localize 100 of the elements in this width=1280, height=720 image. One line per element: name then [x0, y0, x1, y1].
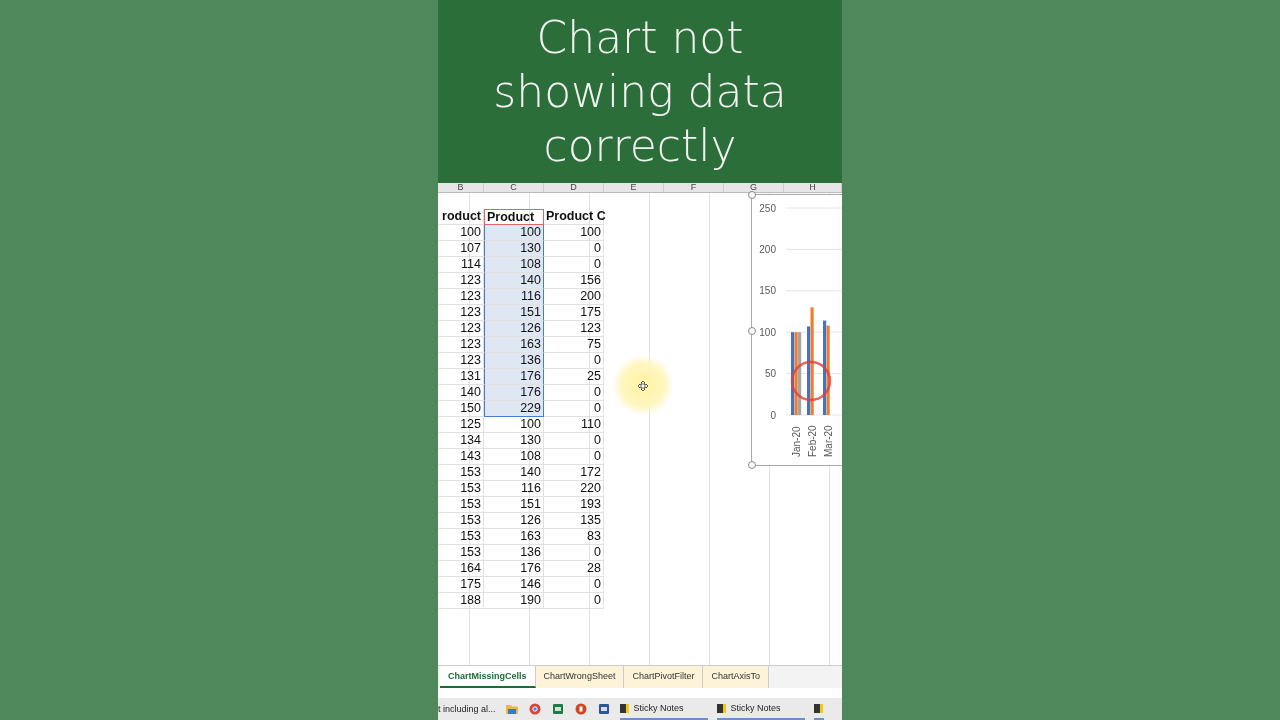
table-cell: 108: [484, 257, 544, 273]
click-highlight-ring: [790, 360, 832, 402]
table-cell: 163: [484, 337, 544, 353]
table-cell: 100: [484, 225, 544, 241]
app-icon[interactable]: [550, 703, 565, 715]
sheet-tab[interactable]: ChartMissingCells: [440, 666, 536, 688]
table-cell: 0: [544, 593, 604, 609]
table-cell: 0: [544, 353, 604, 369]
taskbar-window-button[interactable]: t including al...: [438, 704, 496, 714]
taskbar-app-button[interactable]: Sticky Notes: [619, 698, 708, 720]
table-cell: 176: [484, 385, 544, 401]
table-cell: 176: [484, 369, 544, 385]
table-cell: 0: [544, 401, 604, 417]
table-cell: 100: [484, 417, 544, 433]
chart-area[interactable]: 0 50 100 150 200 250 Jan-20 Feb-20 Mar-20: [751, 194, 842, 466]
table-cell: 25: [544, 369, 604, 385]
table-cell: 143: [438, 449, 484, 465]
table-cell: 153: [438, 465, 484, 481]
chart-bar[interactable]: [794, 332, 798, 415]
axis-tick-label: 250: [759, 202, 776, 214]
chart-bar[interactable]: [807, 326, 811, 415]
app-icon[interactable]: [573, 703, 588, 715]
axis-tick-label: 100: [759, 326, 776, 338]
taskbar-app-button[interactable]: Sticky Notes: [716, 698, 805, 720]
table-cell: 0: [544, 385, 604, 401]
table-cell: 0: [544, 241, 604, 257]
table-cell: 125: [438, 417, 484, 433]
table-cell: 134: [438, 433, 484, 449]
table-cell: 172: [544, 465, 604, 481]
video-title: Chart not showing data correctly: [492, 10, 788, 173]
table-cell: 110: [544, 417, 604, 433]
sheet-tab[interactable]: ChartWrongSheet: [535, 666, 625, 688]
column-header[interactable]: E: [604, 183, 664, 192]
chart-bar[interactable]: [823, 320, 827, 415]
sticky-note-icon: [716, 703, 726, 713]
column-header[interactable]: F: [664, 183, 724, 192]
table-header-cell: roduct: [438, 209, 484, 225]
table-cell: 108: [484, 449, 544, 465]
axis-tick-label: 200: [759, 243, 776, 255]
table-cell: 200: [544, 289, 604, 305]
table-cell: 188: [438, 593, 484, 609]
table-cell: 83: [544, 529, 604, 545]
table-cell: 140: [484, 273, 544, 289]
axis-category-label: Mar-20: [823, 425, 834, 457]
table-cell: 151: [484, 497, 544, 513]
table-cell: 164: [438, 561, 484, 577]
table-cell: 193: [544, 497, 604, 513]
table-cell: 0: [544, 545, 604, 561]
table-cell: 100: [544, 225, 604, 241]
table-cell: 220: [544, 481, 604, 497]
table-cell: 153: [438, 529, 484, 545]
folder-icon[interactable]: [504, 703, 519, 715]
chart-bar[interactable]: [798, 332, 802, 415]
table-cell: 0: [544, 449, 604, 465]
table-cell: 0: [544, 257, 604, 273]
table-cell: 126: [484, 513, 544, 529]
axis-tick-label: 150: [759, 285, 776, 297]
sticky-note-icon: [813, 703, 823, 713]
table-cell: 75: [544, 337, 604, 353]
table-cell: 146: [484, 577, 544, 593]
browser-icon[interactable]: [527, 703, 542, 715]
column-header[interactable]: C: [484, 183, 544, 192]
table-cell: 190: [484, 593, 544, 609]
axis-tick-label: 0: [770, 409, 776, 421]
column-header[interactable]: D: [544, 183, 604, 192]
table-cell: 0: [544, 433, 604, 449]
table-header-cell: Product C: [544, 209, 604, 225]
axis-category-label: Feb-20: [807, 425, 818, 457]
table-cell: 153: [438, 513, 484, 529]
resize-handle[interactable]: [748, 327, 756, 335]
table-cell: 175: [544, 305, 604, 321]
resize-handle[interactable]: [748, 461, 756, 469]
table-cell: 116: [484, 481, 544, 497]
resize-handle[interactable]: [748, 191, 756, 199]
table-cell: 153: [438, 545, 484, 561]
sheet-tab[interactable]: ChartPivotFilter: [624, 666, 704, 688]
chart-bar[interactable]: [826, 325, 830, 415]
table-cell: 126: [484, 321, 544, 337]
move-cursor-icon: [638, 381, 648, 391]
sheet-tab[interactable]: ChartAxisTo: [703, 666, 769, 688]
table-cell: 130: [484, 433, 544, 449]
table-cell: 229: [484, 401, 544, 417]
chart-bar[interactable]: [810, 307, 814, 415]
table-cell: 136: [484, 545, 544, 561]
table-cell: 0: [544, 577, 604, 593]
app-icon[interactable]: [596, 703, 611, 715]
table-cell: 156: [544, 273, 604, 289]
table-cell: 116: [484, 289, 544, 305]
table-cell: 140: [484, 465, 544, 481]
table-cell: 153: [438, 497, 484, 513]
table-cell: 175: [438, 577, 484, 593]
table-cell: 136: [484, 353, 544, 369]
sticky-note-icon: [619, 703, 629, 713]
app-label: Sticky Notes: [730, 703, 781, 713]
table-cell: 176: [484, 561, 544, 577]
chart-bar[interactable]: [791, 332, 795, 415]
table-cell: 130: [484, 241, 544, 257]
axis-tick-label: 50: [764, 368, 776, 380]
column-header[interactable]: B: [438, 183, 484, 192]
table-cell: 123: [544, 321, 604, 337]
